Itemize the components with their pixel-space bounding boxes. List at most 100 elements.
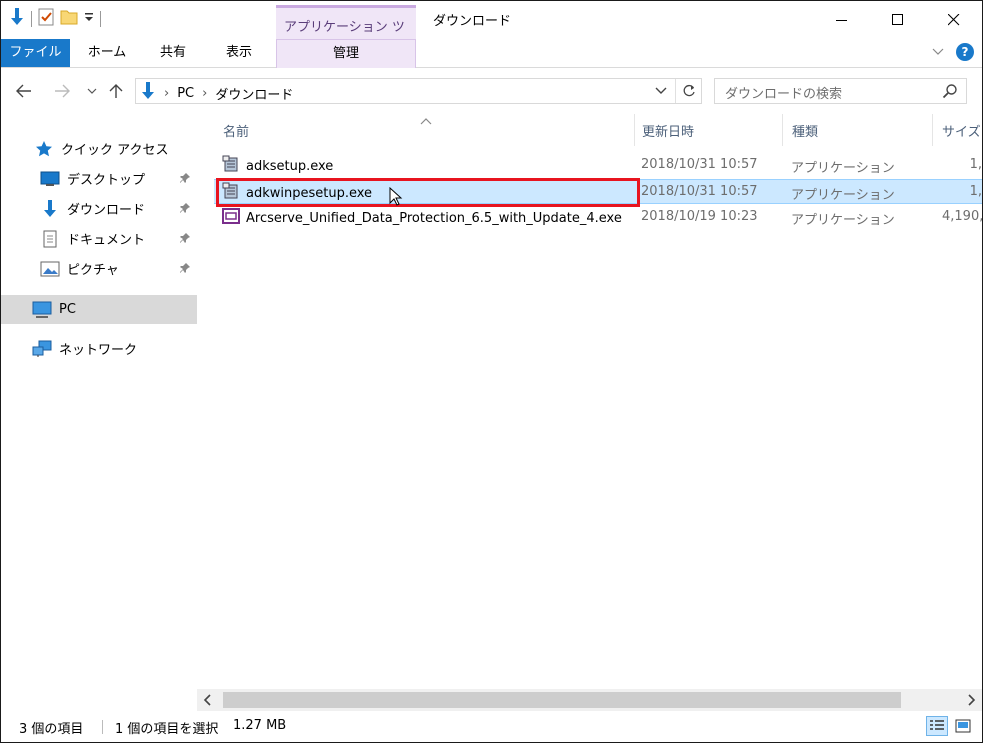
- file-type: アプリケーション: [791, 161, 895, 176]
- sidebar-item-pc[interactable]: PC: [1, 295, 197, 324]
- column-divider[interactable]: [932, 114, 933, 146]
- column-divider[interactable]: [634, 114, 635, 146]
- file-date: 2018/10/19 10:23: [641, 209, 758, 224]
- pin-icon[interactable]: [179, 232, 191, 248]
- address-bar[interactable]: › PC › ダウンロード: [135, 78, 702, 104]
- file-size: 4,190,: [942, 209, 982, 224]
- file-name-cell: adkwinpesetup.exe: [222, 182, 637, 204]
- status-bar: 3 個の項目 1 個の項目を選択 1.27 MB: [1, 711, 982, 742]
- new-folder-icon[interactable]: [60, 8, 78, 30]
- download-icon: [39, 199, 61, 219]
- column-header-size[interactable]: サイズ: [942, 114, 981, 146]
- breadcrumb-pc[interactable]: PC: [177, 86, 194, 101]
- column-header-name[interactable]: 名前: [223, 114, 249, 146]
- column-header-date[interactable]: 更新日時: [642, 114, 694, 146]
- table-row[interactable]: adksetup.exe 2018/10/31 10:57 アプリケーション 1…: [214, 153, 982, 178]
- title-bar: アプリケーション ツール ダウンロード: [1, 1, 982, 54]
- tab-file[interactable]: ファイル: [1, 39, 70, 67]
- scrollbar-thumb[interactable]: [223, 692, 901, 708]
- up-button[interactable]: [105, 81, 127, 101]
- file-name: adkwinpesetup.exe: [246, 185, 373, 201]
- installer-icon: [222, 182, 240, 204]
- qat-separator-2: [100, 11, 101, 27]
- sidebar-item-network[interactable]: ネットワーク: [1, 334, 197, 363]
- sort-ascending-icon: [419, 114, 433, 129]
- down-arrow-icon[interactable]: [9, 8, 25, 30]
- ribbon-right-controls: ?: [932, 43, 974, 61]
- file-name: adksetup.exe: [246, 158, 334, 174]
- large-icons-view-button[interactable]: [952, 716, 974, 736]
- sidebar-item-label: ピクチャ: [67, 263, 119, 278]
- file-name: Arcserve_Unified_Data_Protection_6.5_wit…: [246, 210, 622, 226]
- network-icon: [31, 339, 53, 359]
- tab-home[interactable]: ホーム: [77, 39, 137, 67]
- close-button[interactable]: [926, 1, 982, 39]
- forward-button[interactable]: [51, 81, 73, 101]
- tab-share[interactable]: 共有: [143, 39, 203, 67]
- sidebar-item-label: ダウンロード: [67, 203, 146, 218]
- pin-icon[interactable]: [179, 202, 191, 218]
- desktop-icon: [39, 169, 61, 189]
- search-icon[interactable]: [942, 83, 958, 103]
- customize-qat-icon[interactable]: [84, 11, 94, 27]
- back-button[interactable]: [13, 81, 35, 101]
- search-placeholder: ダウンロードの検索: [725, 87, 843, 102]
- sidebar-item-label: ドキュメント: [67, 233, 146, 248]
- column-divider[interactable]: [782, 114, 783, 146]
- recent-locations-button[interactable]: [81, 81, 103, 101]
- star-icon: [33, 139, 55, 159]
- window-title: ダウンロード: [433, 14, 512, 29]
- picture-icon: [39, 259, 61, 279]
- window-controls: [814, 1, 982, 39]
- sidebar-item-label: デスクトップ: [67, 173, 146, 188]
- view-switcher: [926, 716, 974, 736]
- ribbon-tabs: ファイル ホーム 共有 表示 管理 ?: [1, 39, 982, 68]
- sidebar-item-pictures[interactable]: ピクチャ: [1, 254, 197, 283]
- tab-view[interactable]: 表示: [209, 39, 269, 67]
- breadcrumb-separator[interactable]: ›: [164, 86, 169, 101]
- file-size: 1,: [969, 157, 982, 172]
- pin-icon[interactable]: [179, 262, 191, 278]
- scroll-right-icon[interactable]: [966, 693, 976, 711]
- sidebar-item-quick-access[interactable]: クイック アクセス: [1, 134, 197, 163]
- status-separator: [102, 720, 103, 734]
- table-row[interactable]: Arcserve_Unified_Data_Protection_6.5_wit…: [214, 205, 982, 230]
- sidebar-item-desktop[interactable]: デスクトップ: [1, 164, 197, 193]
- scroll-left-icon[interactable]: [203, 693, 213, 711]
- file-name-cell: Arcserve_Unified_Data_Protection_6.5_wit…: [222, 207, 637, 229]
- pin-icon[interactable]: [179, 172, 191, 188]
- horizontal-scrollbar[interactable]: [197, 689, 982, 711]
- sidebar-item-documents[interactable]: ドキュメント: [1, 224, 197, 253]
- sidebar-item-label: ネットワーク: [59, 343, 138, 358]
- file-date: 2018/10/31 10:57: [641, 184, 758, 199]
- breadcrumb-separator[interactable]: ›: [202, 86, 207, 101]
- minimize-button[interactable]: [814, 1, 870, 39]
- file-size: 1,: [969, 184, 982, 199]
- properties-icon[interactable]: [38, 8, 54, 30]
- navigation-bar: › PC › ダウンロード ダウンロードの検索: [1, 68, 982, 114]
- column-header-type[interactable]: 種類: [792, 114, 818, 146]
- help-icon[interactable]: ?: [956, 43, 974, 61]
- file-date: 2018/10/31 10:57: [641, 157, 758, 172]
- tab-manage[interactable]: 管理: [276, 39, 416, 68]
- quick-access-toolbar: [9, 7, 101, 31]
- refresh-button[interactable]: [675, 79, 701, 103]
- status-selection-size: 1.27 MB: [233, 718, 287, 733]
- search-box[interactable]: ダウンロードの検索: [714, 78, 967, 104]
- installer-icon: [222, 155, 240, 177]
- breadcrumb-downloads[interactable]: ダウンロード: [215, 84, 293, 103]
- sidebar-item-downloads[interactable]: ダウンロード: [1, 194, 197, 223]
- address-dropdown-icon[interactable]: [655, 83, 667, 101]
- mouse-cursor-icon: [389, 186, 403, 211]
- document-icon: [39, 229, 61, 249]
- table-row-selected[interactable]: adkwinpesetup.exe 2018/10/31 10:57 アプリケー…: [214, 179, 982, 204]
- expand-ribbon-icon[interactable]: [932, 45, 944, 60]
- file-type: アプリケーション: [791, 188, 895, 203]
- pc-icon: [31, 300, 53, 320]
- sidebar-item-label: クイック アクセス: [61, 143, 169, 158]
- maximize-button[interactable]: [870, 1, 926, 39]
- navigation-pane: クイック アクセス デスクトップ ダウンロード ドキュメント ピクチャ PC ネ…: [1, 114, 197, 686]
- context-tab-header: アプリケーション ツール: [276, 5, 416, 54]
- explorer-window: アプリケーション ツール ダウンロード ファイル ホーム 共有 表示 管理 ?: [0, 0, 983, 743]
- details-view-button[interactable]: [926, 716, 948, 736]
